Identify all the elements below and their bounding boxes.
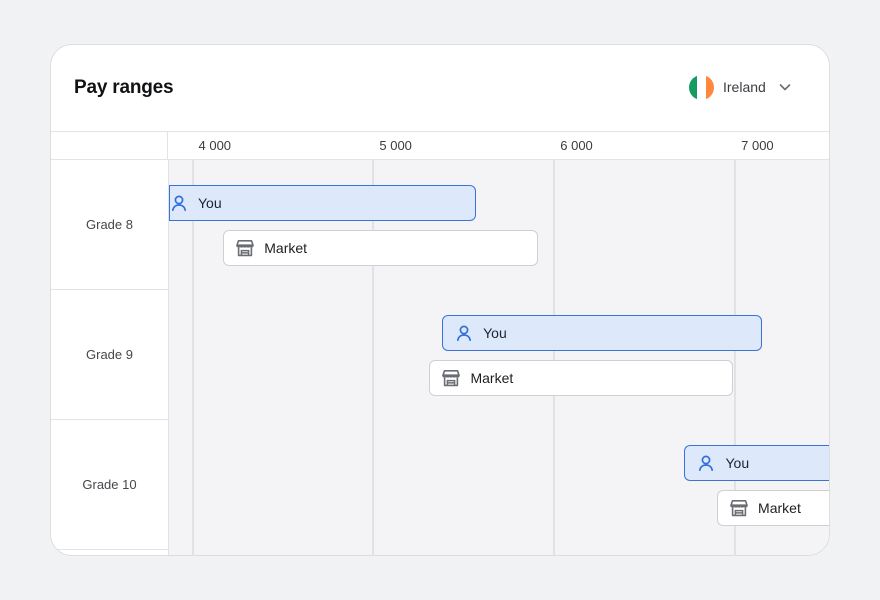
market-range-bar[interactable]: Market — [429, 360, 734, 396]
range-bar-label: You — [483, 325, 507, 341]
store-icon — [728, 497, 750, 519]
range-bar-label: You — [198, 195, 222, 211]
market-range-bar[interactable]: Market — [717, 490, 829, 526]
x-tick-label: 5 000 — [379, 138, 412, 153]
grade-label: Grade 10 — [51, 420, 168, 550]
axis-corner — [51, 132, 168, 159]
user-icon — [695, 452, 717, 474]
you-range-bar[interactable]: You — [684, 445, 829, 481]
range-bar-label: Market — [758, 500, 801, 516]
pay-range-chart: 4 000 5 000 6 000 7 000 You You You Market Mark… — [51, 131, 829, 555]
user-icon — [453, 322, 475, 344]
plot-area: You You You Market Market Market — [169, 160, 829, 555]
x-axis: 4 000 5 000 6 000 7 000 — [51, 131, 829, 160]
x-tick-label: 4 000 — [198, 138, 232, 153]
you-range-bar[interactable]: You — [169, 185, 477, 221]
grade-label-column: Grade 8 Grade 9 Grade 10 — [51, 160, 169, 555]
x-tick-label: 6 000 — [560, 138, 593, 153]
country-selector[interactable]: Ireland — [689, 74, 792, 100]
you-range-bar[interactable]: You — [442, 315, 763, 351]
gridline — [553, 160, 556, 555]
user-icon — [169, 192, 190, 214]
country-name: Ireland — [723, 79, 766, 95]
store-icon — [234, 237, 256, 259]
range-bar-label: Market — [470, 370, 514, 386]
store-icon — [440, 367, 462, 389]
grade-label: Grade 9 — [51, 290, 168, 420]
x-tick-label: 7 000 — [741, 138, 774, 153]
range-bar-label: Market — [264, 240, 308, 256]
chevron-down-icon — [778, 80, 792, 94]
range-bar-label: You — [725, 455, 750, 471]
card-header: Pay ranges Ireland — [51, 45, 829, 131]
market-range-bar[interactable]: Market — [223, 230, 538, 266]
grade-label: Grade 8 — [51, 160, 168, 290]
ireland-flag-icon — [689, 74, 714, 100]
pay-ranges-card: Pay ranges Ireland 4 000 5 000 6 000 7 000 … — [50, 44, 830, 556]
page-title: Pay ranges — [74, 77, 174, 98]
